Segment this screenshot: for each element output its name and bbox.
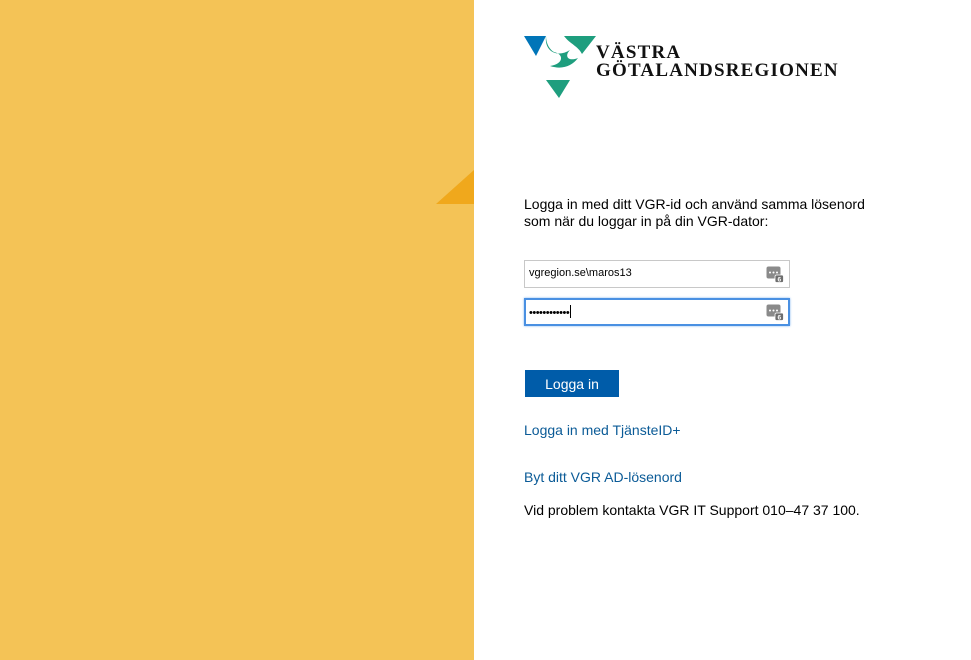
login-instructions: Logga in med ditt VGR-id och använd samm…: [524, 196, 865, 229]
login-button[interactable]: Logga in: [525, 370, 619, 397]
logo-wordmark: VÄSTRA GÖTALANDSREGIONEN: [596, 43, 839, 81]
text-caret: [570, 305, 572, 318]
username-field[interactable]: vgregion.se\maros13 6: [524, 260, 790, 288]
svg-text:6: 6: [777, 314, 781, 321]
decorative-side-panel: [0, 0, 474, 660]
vgr-logo-icon: [524, 36, 596, 98]
vgr-logo: VÄSTRA GÖTALANDSREGIONEN: [524, 36, 839, 98]
password-dots: ••••••••••••: [529, 307, 570, 319]
support-contact-text: Vid problem kontakta VGR IT Support 010–…: [524, 502, 860, 518]
svg-text:6: 6: [777, 276, 781, 283]
password-field[interactable]: •••••••••••• 6: [524, 298, 790, 326]
change-password-link[interactable]: Byt ditt VGR AD-lösenord: [524, 469, 682, 485]
password-value[interactable]: ••••••••••••: [529, 305, 572, 319]
password-manager-key-icon[interactable]: 6: [766, 266, 784, 283]
login-panel: VÄSTRA GÖTALANDSREGIONEN Logga in med di…: [474, 0, 971, 660]
password-manager-key-icon[interactable]: 6: [766, 304, 784, 321]
decorative-triangle: [436, 170, 474, 204]
tjanste-id-login-link[interactable]: Logga in med TjänsteID+: [524, 422, 681, 438]
logo-line-2: GÖTALANDSREGIONEN: [596, 60, 839, 81]
username-value[interactable]: vgregion.se\maros13: [529, 267, 632, 279]
